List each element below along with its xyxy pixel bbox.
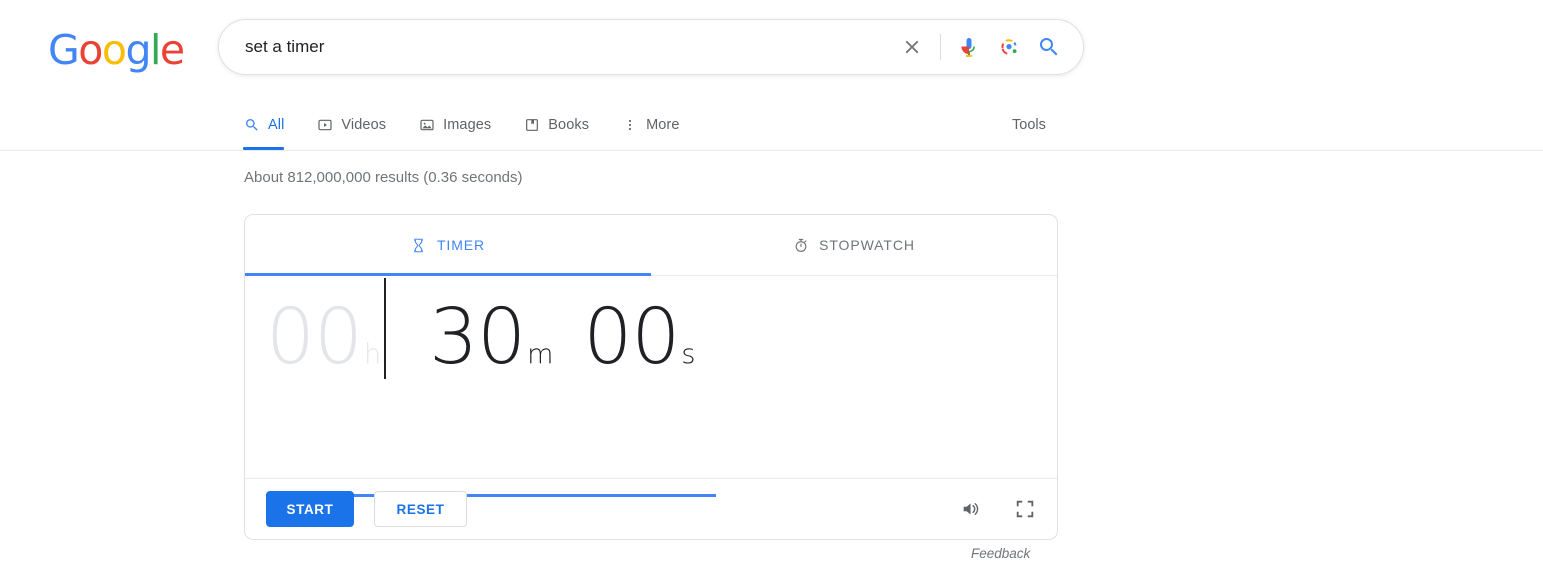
feedback-link[interactable]: Feedback <box>971 546 1030 561</box>
close-icon <box>905 40 919 54</box>
tab-timer[interactable]: TIMER <box>245 215 651 276</box>
page-header: Google set a timer All Videos Images Boo… <box>0 0 1543 151</box>
tools-label: Tools <box>1012 117 1046 133</box>
sound-toggle-button[interactable] <box>960 498 982 520</box>
tab-stopwatch[interactable]: STOPWATCH <box>651 215 1057 275</box>
timer-icon-actions <box>960 479 1036 539</box>
logo-letter-l: l <box>150 26 161 74</box>
logo-letter-o1: o <box>78 26 103 74</box>
timer-card-tabs: TIMER STOPWATCH <box>245 215 1057 276</box>
search-bar[interactable] <box>218 19 1084 75</box>
tab-more-label: More <box>646 117 680 133</box>
timer-seconds-unit: s <box>681 339 696 370</box>
google-lens-button[interactable] <box>989 27 1029 67</box>
start-button[interactable]: START <box>266 491 354 527</box>
search-bar-divider <box>940 34 941 60</box>
fullscreen-icon <box>1016 500 1034 518</box>
tab-videos[interactable]: Videos <box>300 100 402 150</box>
book-icon <box>523 117 540 134</box>
logo-letter-G: G <box>48 26 80 74</box>
volume-icon <box>963 503 979 515</box>
tab-videos-label: Videos <box>341 117 387 133</box>
timer-action-bar: START RESET <box>245 479 1057 539</box>
timer-hours-value: 00 <box>266 293 363 382</box>
active-tab-indicator <box>243 147 285 150</box>
tab-all-label: All <box>268 117 285 133</box>
search-icon <box>243 117 260 134</box>
tab-books-label: Books <box>548 117 590 133</box>
timer-seconds-group[interactable]: 00 s <box>583 293 695 383</box>
search-submit-button[interactable] <box>1029 27 1069 67</box>
microphone-icon <box>961 38 975 57</box>
tab-images[interactable]: Images <box>402 100 507 150</box>
tab-stopwatch-label: STOPWATCH <box>819 237 915 253</box>
tab-books[interactable]: Books <box>507 100 605 150</box>
stopwatch-icon <box>793 236 809 254</box>
timer-display-area[interactable]: 00 h 30 m 00 s <box>245 276 1057 497</box>
reset-button[interactable]: RESET <box>374 491 467 527</box>
timer-minutes-value: 30 <box>429 293 526 382</box>
google-lens-icon <box>1001 39 1017 55</box>
text-cursor <box>384 278 386 379</box>
tab-all[interactable]: All <box>243 100 300 150</box>
result-stats: About 812,000,000 results (0.36 seconds) <box>244 169 523 186</box>
tools-button[interactable]: Tools <box>1012 100 1046 150</box>
search-nav-bar: All Videos Images Books More Tools <box>0 100 1543 151</box>
timer-widget-card: TIMER STOPWATCH 00 h 30 m 00 s START RES… <box>244 214 1058 540</box>
google-search-results-page: Google set a timer All Videos Images Boo… <box>0 0 1543 580</box>
timer-hours-group[interactable]: 00 h <box>266 293 381 383</box>
timer-hours-unit: h <box>363 339 382 370</box>
logo-letter-g: g <box>125 26 151 74</box>
hourglass-icon <box>411 236 427 254</box>
logo-letter-o2: o <box>101 26 127 74</box>
tab-timer-label: TIMER <box>436 237 486 253</box>
search-icon <box>1040 38 1058 56</box>
google-logo[interactable]: Google <box>48 26 185 74</box>
timer-seconds-value: 00 <box>583 293 680 382</box>
voice-search-button[interactable] <box>949 27 989 67</box>
clear-search-button[interactable] <box>892 27 932 67</box>
image-icon <box>418 117 435 134</box>
logo-letter-e: e <box>159 26 185 74</box>
fullscreen-button[interactable] <box>1014 498 1036 520</box>
tab-more[interactable]: More <box>605 100 695 150</box>
search-bar-actions <box>892 27 1083 67</box>
timer-minutes-group[interactable]: 30 m <box>429 293 553 383</box>
more-vertical-icon <box>621 117 638 134</box>
search-input[interactable] <box>219 35 892 59</box>
timer-minutes-unit: m <box>527 339 554 370</box>
search-nav-tabs: All Videos Images Books More <box>243 100 696 151</box>
tab-images-label: Images <box>443 117 492 133</box>
video-icon <box>316 117 333 134</box>
timer-digits[interactable]: 00 h 30 m 00 s <box>266 293 695 383</box>
